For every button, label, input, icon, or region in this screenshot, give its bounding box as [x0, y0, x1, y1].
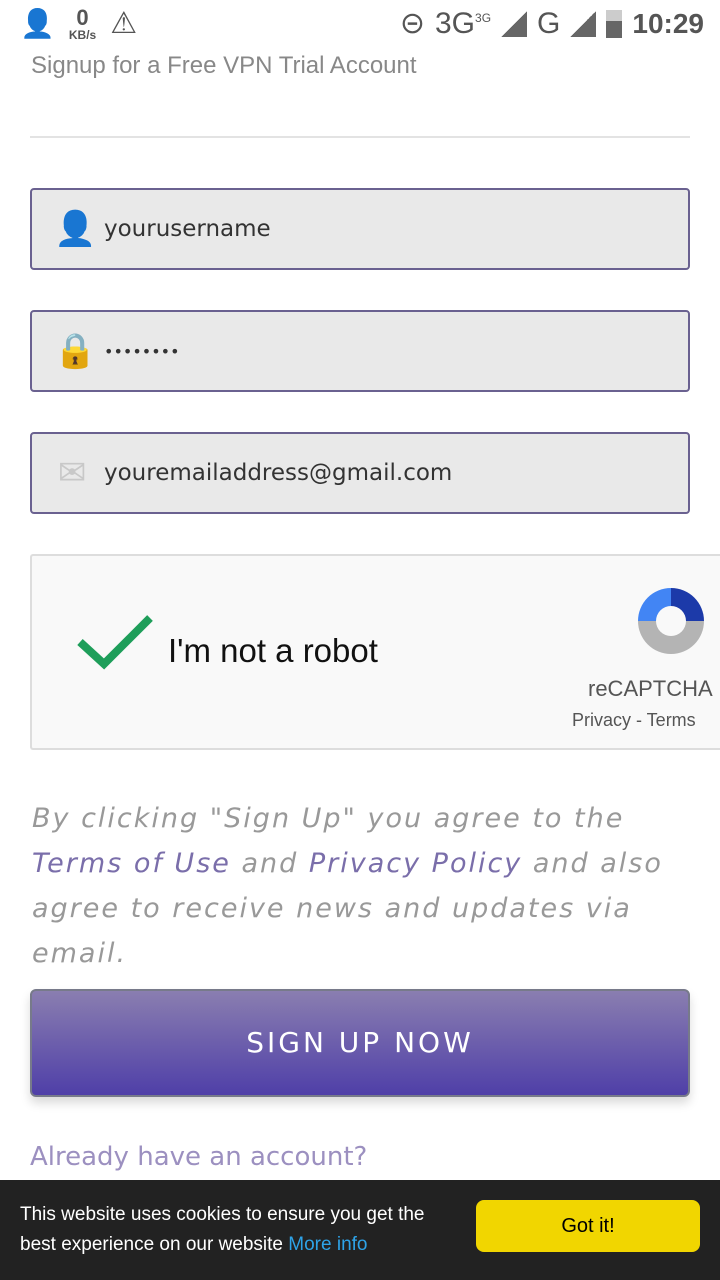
captcha-label: I'm not a robot	[168, 632, 378, 669]
privacy-policy-link[interactable]: Privacy Policy	[309, 848, 522, 879]
network-speed: 0 KB/s	[68, 4, 97, 42]
lock-icon: 🔒	[54, 331, 97, 371]
login-link[interactable]: Already have an account?	[30, 1142, 367, 1172]
do-not-disturb-icon: ⊝	[399, 7, 425, 40]
warning-icon: ⚠	[110, 7, 138, 40]
sign-up-button[interactable]: SIGN UP NOW	[30, 989, 690, 1097]
divider	[30, 136, 690, 138]
signal-icon	[501, 10, 528, 37]
terms-text: By clicking "Sign Up" you agree to the T…	[32, 803, 663, 969]
signal-icon	[570, 10, 597, 37]
network-3g: 3G3G	[434, 6, 492, 40]
username-input[interactable]: 👤 yourusername	[30, 188, 690, 270]
status-bar: 👤 0 KB/s ⚠ ⊝ 3G3G G 10:29	[0, 0, 720, 50]
clock: 10:29	[632, 7, 704, 39]
accept-cookies-button[interactable]: Got it!	[476, 1200, 700, 1252]
user-icon: 👤	[54, 209, 97, 249]
recaptcha-widget: I'm not a robot reCAPTCHA Privacy - Term…	[30, 554, 720, 750]
add-user-icon: 👤	[20, 8, 55, 39]
more-info-link[interactable]: More info	[288, 1234, 367, 1255]
terms-of-use-link[interactable]: Terms of Use	[32, 848, 231, 879]
recaptcha-logo-icon	[638, 588, 704, 654]
email-input[interactable]: ✉ youremailaddress@gmail.com	[30, 432, 690, 514]
recaptcha-brand: reCAPTCHA	[588, 676, 713, 701]
password-input[interactable]: 🔒 ••••••••	[30, 310, 690, 392]
network-g: G	[537, 6, 561, 40]
cookie-banner: This website uses cookies to ensure you …	[0, 1180, 720, 1280]
battery-icon	[606, 9, 623, 38]
checkmark-icon[interactable]	[76, 612, 156, 672]
recaptcha-privacy-link[interactable]: Privacy - Terms	[572, 710, 696, 731]
page-subtitle: Signup for a Free VPN Trial Account	[31, 52, 417, 79]
envelope-icon: ✉	[57, 453, 87, 493]
